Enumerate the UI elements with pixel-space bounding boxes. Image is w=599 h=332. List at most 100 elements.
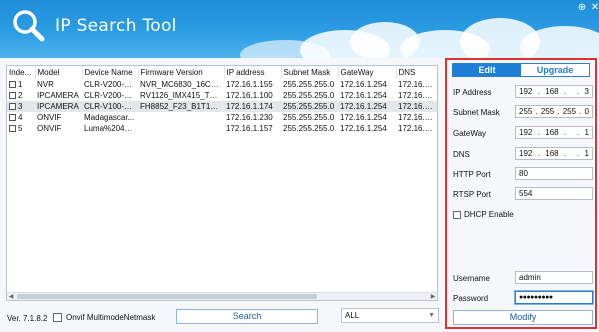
plus-circle-icon[interactable]: ⊕	[576, 3, 588, 13]
cell-device-name: CLR-V200-8P...	[84, 80, 138, 89]
cell-model: ONVIF	[37, 113, 62, 122]
modify-button[interactable]: Modify	[453, 310, 593, 325]
table-row[interactable]: 2 IPCAMERA CLR-V200-8T... RV1126_IMX415_TKH…	[7, 90, 437, 101]
password-field[interactable]: ●●●●●●●●●	[514, 290, 594, 305]
cell-mask: 255.255.255.0	[283, 113, 335, 122]
cell-dns: 172.16.1.254	[398, 91, 437, 100]
horizontal-scrollbar[interactable]: ◀ ▶	[7, 292, 437, 300]
cell-model: IPCAMERA	[35, 101, 82, 112]
subnet-mask-label: Subnet Mask	[453, 108, 500, 117]
device-table: Inde... Model Device Name Firmware Versi…	[6, 65, 438, 301]
row-checkbox[interactable]	[9, 114, 16, 121]
cell-mask: 255.255.255.0	[283, 124, 335, 133]
cell-dns: 172.16.1.254	[398, 124, 437, 133]
rtsp-port-label: RTSP Port	[453, 190, 491, 199]
cell-dns: 172.16.1.254	[398, 80, 437, 89]
username-field[interactable]: admin	[515, 271, 593, 284]
mask-octet: 255	[519, 107, 533, 116]
panel-tabs: Edit Upgrade	[452, 63, 590, 77]
scroll-right-icon[interactable]: ▶	[429, 293, 437, 300]
column-header-ip[interactable]: IP address	[224, 66, 282, 79]
column-header-gateway[interactable]: GateWay	[338, 66, 397, 79]
table-row[interactable]: 5 ONVIF Luma%204C... 172.16.1.157 255.255.25…	[7, 123, 437, 134]
cell-ip: 172.16.1.100	[226, 91, 273, 100]
table-row[interactable]: 3 IPCAMERA CLR-V100-2T... FH8852_F23_B1T1A1…	[7, 101, 437, 112]
cell-ip: 172.16.1.174	[224, 101, 281, 112]
cell-device-name: CLR-V100-2T...	[82, 101, 138, 112]
cell-gateway: 172.16.1.254	[340, 91, 387, 100]
gateway-octet: 192	[519, 128, 533, 137]
checkbox-box[interactable]	[453, 210, 461, 219]
cell-firmware: FH8852_F23_B1T1A1M...	[138, 101, 224, 112]
http-port-field[interactable]: 80	[515, 167, 593, 180]
ip-octet: 168	[545, 87, 559, 96]
row-index: 3	[18, 102, 23, 111]
table-row[interactable]: 1 NVR CLR-V200-8P... NVR_MC6830_16CH_8... 17…	[7, 79, 437, 90]
cell-mask: 255.255.255.0	[281, 101, 338, 112]
cell-ip: 172.16.1.155	[226, 80, 273, 89]
search-button[interactable]: Search	[176, 309, 318, 324]
dhcp-enable-checkbox[interactable]: DHCP Enable	[453, 210, 514, 219]
gateway-octet: 1	[584, 128, 589, 137]
cell-ip: 172.16.1.230	[226, 113, 273, 122]
tab-edit[interactable]: Edit	[453, 64, 521, 76]
device-settings-panel: Edit Upgrade IP Address 192. 168. . 3 Su…	[445, 58, 597, 329]
dns-octet: 168	[545, 149, 559, 158]
cell-gateway: 172.16.1.254	[340, 124, 387, 133]
dns-label: DNS	[453, 150, 470, 159]
ip-octet: 192	[519, 87, 533, 96]
tab-upgrade[interactable]: Upgrade	[521, 64, 589, 76]
column-header-index[interactable]: Inde...	[7, 66, 36, 79]
cell-dns: 172.16.1.254	[398, 113, 437, 122]
cell-gateway: 172.16.1.254	[340, 113, 387, 122]
gateway-octet: 168	[545, 128, 559, 137]
cell-gateway: 172.16.1.254	[338, 101, 396, 112]
mask-octet: 255	[540, 107, 555, 116]
gateway-field[interactable]: 192. 168. . 1	[515, 126, 593, 139]
dns-octet: 1	[584, 149, 589, 158]
row-checkbox[interactable]	[9, 81, 16, 88]
column-header-dns[interactable]: DNS	[396, 66, 437, 79]
row-checkbox[interactable]	[9, 103, 16, 110]
cell-index: 2	[7, 90, 35, 101]
cell-device-name: Luma%204C...	[84, 124, 137, 133]
dns-octet: 192	[519, 149, 533, 158]
cell-model: IPCAMERA	[37, 91, 79, 100]
cell-index: 4	[7, 112, 35, 123]
cell-model: NVR	[37, 80, 54, 89]
dhcp-enable-label: DHCP Enable	[464, 210, 514, 219]
row-checkbox[interactable]	[9, 92, 16, 99]
ip-address-field[interactable]: 192. 168. . 3	[515, 85, 593, 98]
scrollbar-thumb[interactable]	[17, 294, 317, 299]
app-window: IP Search Tool ⊕ ✕ Inde... Model Device …	[0, 0, 599, 332]
cell-firmware	[138, 112, 224, 123]
rtsp-port-field[interactable]: 554	[515, 187, 593, 200]
cell-firmware: NVR_MC6830_16CH_8...	[140, 80, 224, 89]
row-index: 2	[18, 91, 23, 100]
scroll-left-icon[interactable]: ◀	[7, 293, 15, 300]
column-header-model[interactable]: Model	[35, 66, 83, 79]
column-header-firmware[interactable]: Firmware Version	[138, 66, 225, 79]
header-banner: IP Search Tool ⊕ ✕	[0, 0, 599, 58]
cell-firmware: RV1126_IMX415_TKH...	[140, 91, 224, 100]
app-title: IP Search Tool	[55, 16, 177, 36]
cell-device-name: Madagascar...	[84, 113, 135, 122]
onvif-multimode-label: Onvif MultimodeNetmask	[66, 313, 156, 322]
row-checkbox[interactable]	[9, 125, 16, 132]
table-row[interactable]: 4 ONVIF Madagascar... 172.16.1.230 255.255.2…	[7, 112, 437, 123]
device-filter-select[interactable]: ALL ▼	[341, 308, 439, 323]
column-header-mask[interactable]: Subnet Mask	[281, 66, 339, 79]
ip-address-label: IP Address	[453, 88, 492, 97]
password-label: Password	[453, 294, 489, 303]
version-label: Ver. 7.1.8.2	[7, 314, 48, 323]
http-port-label: HTTP Port	[453, 170, 491, 179]
close-icon[interactable]: ✕	[589, 3, 599, 13]
checkbox-box[interactable]	[53, 313, 62, 322]
column-header-device-name[interactable]: Device Name	[82, 66, 139, 79]
dns-field[interactable]: 192. 168. . 1	[515, 147, 593, 160]
cell-index: 3	[7, 101, 35, 112]
onvif-multimode-checkbox[interactable]: Onvif MultimodeNetmask	[53, 313, 155, 322]
cell-gateway: 172.16.1.254	[340, 80, 387, 89]
cell-ip: 172.16.1.157	[226, 124, 273, 133]
subnet-mask-field[interactable]: 255. 255. 255. 0	[515, 105, 593, 118]
